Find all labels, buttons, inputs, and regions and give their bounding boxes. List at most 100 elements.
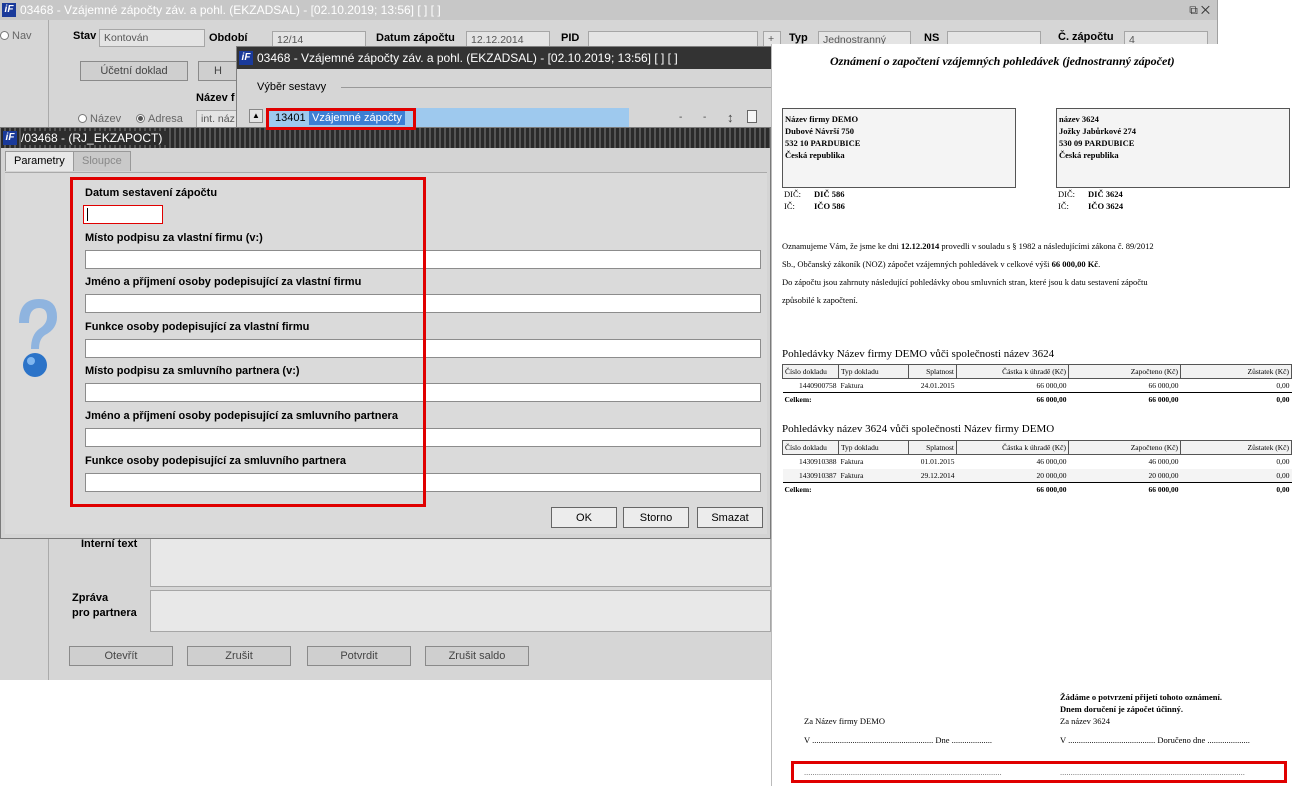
pdf-icon[interactable]	[747, 110, 757, 123]
report-select-title: 03468 - Vzájemné zápočty záv. a pohl. (E…	[257, 51, 678, 65]
int-naz-field[interactable]: int. náz	[196, 110, 238, 128]
app-logo-icon: iF	[3, 131, 17, 145]
total-zustatek: 0,00	[1180, 392, 1292, 407]
smazat-button[interactable]: Smazat	[697, 507, 763, 528]
potvrdit-button[interactable]: Potvrdit	[307, 646, 411, 666]
report-preview: Oznámení o započtení vzájemných pohledáv…	[771, 44, 1298, 786]
table-header-row: Číslo dokladu Typ dokladu Splatnost Část…	[782, 440, 1292, 455]
v-partner-line: V ......................................…	[1060, 735, 1250, 745]
table-total-row: Celkem: 66 000,00 66 000,00 0,00	[782, 392, 1292, 407]
table-total-row: Celkem: 66 000,00 66 000,00 0,00	[782, 482, 1292, 497]
own-street: Dubové Návrší 750	[785, 126, 854, 136]
zrusit-saldo-button[interactable]: Zrušit saldo	[425, 646, 529, 666]
partner-ic-label: IČ:	[1058, 201, 1069, 211]
interni-text-field[interactable]	[150, 537, 771, 587]
partner-street: Jožky Jabůrkové 274	[1059, 126, 1136, 136]
nav-label: Nav	[12, 30, 32, 42]
own-city: 532 10 PARDUBICE	[785, 138, 861, 148]
nazev-f-label: Název f	[196, 92, 235, 104]
cell: 46 000,00	[1148, 457, 1179, 467]
own-dic-label: DIČ:	[784, 189, 801, 199]
nav-radio[interactable]: Nav	[0, 30, 32, 42]
total-zapocteno: 66 000,00	[1068, 482, 1181, 497]
help-question-icon	[13, 293, 59, 383]
dialog-titlebar[interactable]: iF /03468 - (RJ_EKZAPOCT)	[1, 128, 770, 148]
confirm-line-1: Žádáme o potvrzení přijetí tohoto oznáme…	[1060, 692, 1222, 702]
dialog-title: /03468 - (RJ_EKZAPOCT)	[21, 131, 169, 145]
window-controls-icon[interactable]: ⧉✕	[1189, 3, 1213, 18]
col-cislo: Číslo dokladu	[782, 364, 839, 379]
cell: 1430910387	[799, 470, 837, 480]
obdobi-label: Období	[209, 32, 248, 44]
highlight-frame-report	[266, 108, 416, 130]
radio-adresa[interactable]: Adresa	[136, 113, 183, 125]
ucetni-doklad-button[interactable]: Účetní doklad	[80, 61, 188, 81]
app-logo-icon: iF	[2, 3, 16, 17]
zprava-field[interactable]	[150, 590, 771, 632]
section1-title: Pohledávky Název firmy DEMO vůči společn…	[782, 348, 1055, 360]
own-ic-label: IČ:	[784, 201, 795, 211]
notice-text: provedli v souladu s § 1982 a následujíc…	[939, 241, 1154, 251]
col-zustatek: Zůstatek (Kč)	[1180, 440, 1292, 455]
radio-selected-icon	[136, 114, 145, 123]
stav-label: Stav	[73, 30, 97, 42]
col-splatnost: Splatnost	[908, 364, 957, 379]
notice-line-4: způsobilé k započtení.	[782, 295, 858, 305]
radio-adresa-label: Adresa	[148, 113, 183, 125]
tab-sloupce[interactable]: Sloupce	[73, 151, 131, 171]
radio-nazev-label: Název	[90, 113, 122, 125]
col-cislo: Číslo dokladu	[782, 440, 839, 455]
main-window-title: 03468 - Vzájemné zápočty záv. a pohl. (E…	[20, 3, 441, 17]
scroll-up-icon[interactable]: ▲	[249, 109, 263, 123]
cell: Faktura	[840, 470, 864, 480]
dash-icon: -	[679, 112, 683, 123]
cell: 0,00	[1276, 457, 1290, 467]
notice-line-2: Sb., Občanský zákoník (NOZ) zápočet vzáj…	[782, 259, 1100, 269]
ok-button[interactable]: OK	[551, 507, 617, 528]
zrusit-button[interactable]: Zrušit	[187, 646, 291, 666]
partner-country: Česká republika	[1059, 150, 1119, 160]
storno-button[interactable]: Storno	[623, 507, 689, 528]
typ-label: Typ	[789, 32, 808, 44]
notice-line-1: Oznamujeme Vám, že jsme ke dni 12.12.201…	[782, 241, 1154, 251]
app-logo-icon: iF	[239, 51, 253, 65]
main-window-titlebar[interactable]: iF 03468 - Vzájemné zápočty záv. a pohl.…	[0, 0, 1217, 20]
notice-text: Oznamujeme Vám, že jsme ke dni	[782, 241, 902, 251]
notice-line-3: Do zápočtu jsou zahrnuty následující poh…	[782, 277, 1148, 287]
radio-nazev[interactable]: Název	[78, 113, 121, 125]
otevrit-button[interactable]: Otevřít	[69, 646, 173, 666]
za-own: Za Název firmy DEMO	[804, 716, 885, 726]
cell: Faktura	[840, 457, 864, 467]
cell: 46 000,00	[1036, 457, 1067, 467]
report-select-titlebar[interactable]: iF 03468 - Vzájemné zápočty záv. a pohl.…	[237, 47, 775, 69]
col-zapocteno: Započteno (Kč)	[1068, 364, 1181, 379]
stav-field[interactable]: Kontován	[99, 29, 205, 47]
partner-city: 530 09 PARDUBICE	[1059, 138, 1135, 148]
partner-dic: DIČ 3624	[1088, 189, 1123, 199]
h-button[interactable]: H	[198, 61, 238, 81]
cell	[908, 482, 957, 497]
interni-text-label: Interní text	[81, 538, 138, 550]
partner-ic: IČO 3624	[1088, 201, 1124, 211]
report-title: Oznámení o započtení vzájemných pohledáv…	[830, 54, 1175, 68]
tab-parametry[interactable]: Parametry	[5, 151, 74, 171]
cell	[838, 392, 909, 407]
cell: 01.01.2015	[920, 457, 955, 467]
dialog-body: Datum sestavení zápočtu Místo podpisu za…	[5, 172, 767, 534]
resize-icon[interactable]: ↕	[727, 110, 734, 125]
cell: Faktura	[840, 381, 864, 390]
cell: 0,00	[1276, 381, 1290, 390]
table-row: 1430910388 Faktura 01.01.2015 46 000,00 …	[783, 455, 1292, 469]
cell	[838, 482, 909, 497]
col-castka: Částka k úhradě (Kč)	[956, 364, 1069, 379]
table-row: 1440900758 Faktura 24.01.2015 66 000,00 …	[783, 379, 1292, 393]
table-header-row: Číslo dokladu Typ dokladu Splatnost Část…	[782, 364, 1292, 379]
total-castka: 66 000,00	[956, 392, 1069, 407]
own-ic: IČO 586	[814, 201, 845, 211]
notice-text: Sb., Občanský zákoník (NOZ) zápočet vzáj…	[782, 259, 1052, 269]
cell: 1430910388	[799, 457, 837, 467]
cell: 1440900758	[799, 381, 837, 390]
pro-partnera-label: pro partnera	[72, 607, 137, 619]
cell: 0,00	[1276, 470, 1290, 480]
own-dic: DIČ 586	[814, 189, 845, 199]
